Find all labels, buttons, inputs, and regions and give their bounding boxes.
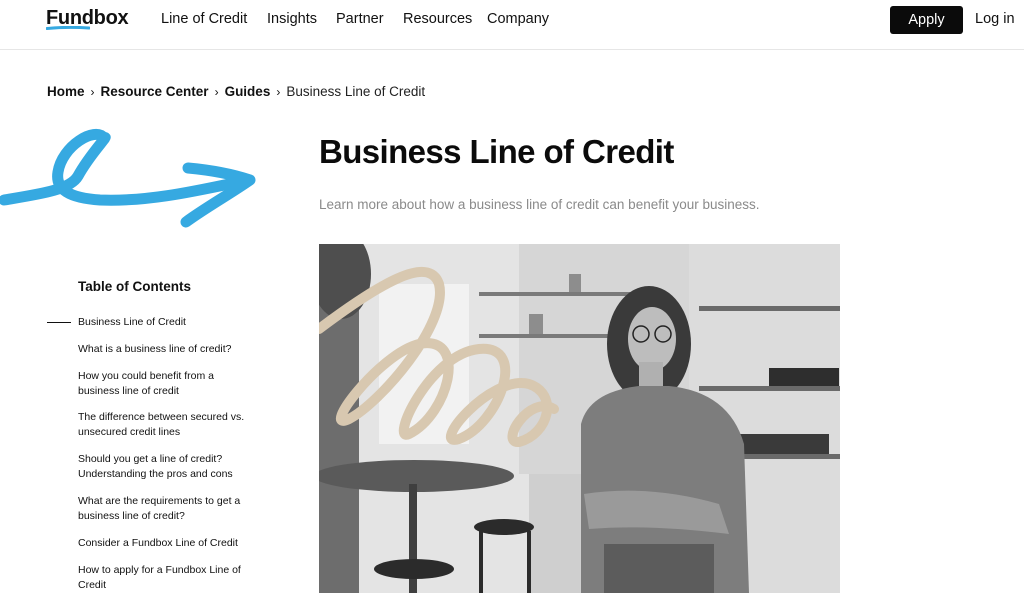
nav-partner[interactable]: Partner — [336, 11, 384, 27]
toc-heading: Table of Contents — [78, 279, 191, 294]
toc-item[interactable]: The difference between secured vs. unsec… — [78, 410, 268, 440]
toc-item-label: Should you get a line of credit? — [78, 453, 223, 465]
toc-item[interactable]: Consider a Fundbox Line of Credit — [78, 536, 268, 551]
toc-item[interactable]: How you could benefit from a business li… — [78, 369, 268, 399]
page-subtitle: Learn more about how a business line of … — [319, 197, 760, 212]
toc-item-label: Credit — [78, 579, 107, 591]
toc-item-label: What are the requirements to get a — [78, 495, 241, 507]
toc-item-label: Consider a Fundbox Line of Credit — [78, 537, 238, 549]
breadcrumb: Home › Resource Center › Guides › Busine… — [47, 84, 425, 99]
toc-item-label: Understanding the pros and cons — [78, 468, 233, 480]
toc-item-label: business line of credit — [78, 385, 179, 397]
breadcrumb-guides[interactable]: Guides — [225, 84, 271, 99]
toc-item[interactable]: Business Line of Credit — [78, 315, 268, 330]
page-title: Business Line of Credit — [319, 133, 674, 170]
breadcrumb-separator: › — [214, 84, 219, 99]
nav-resources[interactable]: Resources — [403, 11, 472, 27]
breadcrumb-home[interactable]: Home — [47, 84, 85, 99]
toc-item[interactable]: How to apply for a Fundbox Line of Credi… — [78, 563, 268, 593]
site-header: Fundbox Line of Credit Insights Partner … — [0, 0, 1024, 50]
toc-item-label: Business Line of Credit — [78, 316, 186, 328]
login-link[interactable]: Log in — [975, 11, 1015, 27]
toc-active-indicator — [47, 322, 71, 323]
toc-item-label: What is a business line of credit? — [78, 343, 232, 355]
breadcrumb-separator: › — [90, 84, 95, 99]
nav-insights[interactable]: Insights — [267, 11, 317, 27]
breadcrumb-separator: › — [276, 84, 281, 99]
toc-item-label: business line of credit? — [78, 510, 185, 522]
toc-item-label: unsecured credit lines — [78, 426, 181, 438]
apply-button[interactable]: Apply — [890, 6, 963, 34]
logo-underline-icon — [46, 26, 90, 30]
hero-photo-illustration — [319, 244, 840, 593]
breadcrumb-current: Business Line of Credit — [286, 84, 426, 99]
hero-image — [319, 244, 840, 593]
toc-item-label: The difference between secured vs. — [78, 411, 245, 423]
nav-company[interactable]: Company — [487, 11, 549, 27]
toc-item[interactable]: Should you get a line of credit? Underst… — [78, 452, 268, 482]
toc-item[interactable]: What is a business line of credit? — [78, 342, 268, 357]
breadcrumb-resource-center[interactable]: Resource Center — [101, 84, 209, 99]
nav-line-of-credit[interactable]: Line of Credit — [161, 11, 247, 27]
toc-item[interactable]: What are the requirements to get a busin… — [78, 494, 268, 524]
toc-item-label: How you could benefit from a — [78, 370, 214, 382]
decorative-arrow-icon — [0, 129, 256, 228]
toc-item-label: How to apply for a Fundbox Line of — [78, 564, 241, 576]
